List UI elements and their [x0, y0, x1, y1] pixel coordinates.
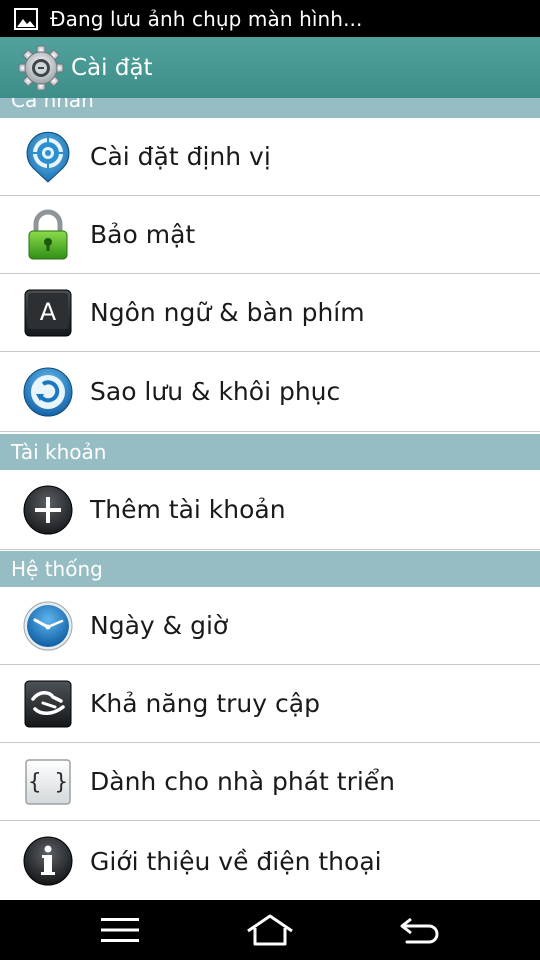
section-header-label: Cá nhân	[11, 98, 94, 112]
section-header-label: Tài khoản	[11, 440, 107, 464]
list-item-label: Dành cho nhà phát triển	[90, 767, 396, 796]
status-bar: Đang lưu ảnh chụp màn hình...	[0, 0, 540, 37]
list-item-location[interactable]: Cài đặt định vị	[0, 118, 540, 196]
navigation-bar	[0, 900, 540, 960]
svg-text:A: A	[40, 298, 57, 326]
keyboard-a-icon: A	[24, 289, 72, 336]
back-button[interactable]	[360, 900, 480, 960]
menu-icon	[101, 918, 139, 942]
action-bar: Cài đặt	[0, 37, 540, 98]
list-item-developer-options[interactable]: { } Dành cho nhà phát triển	[0, 743, 540, 821]
back-icon	[400, 917, 439, 944]
section-header-system: Hệ thống	[0, 551, 540, 587]
list-item-security[interactable]: Bảo mật	[0, 196, 540, 274]
status-notification-text: Đang lưu ảnh chụp màn hình...	[50, 6, 363, 31]
list-item-about-phone[interactable]: Giới thiệu về điện thoại	[0, 821, 540, 900]
list-item-backup-restore[interactable]: Sao lưu & khôi phục	[0, 352, 540, 432]
settings-gear-icon[interactable]	[17, 44, 65, 92]
list-item-accessibility[interactable]: Khả năng truy cập	[0, 665, 540, 743]
location-icon	[26, 131, 70, 183]
list-item-label: Ngôn ngữ & bàn phím	[90, 298, 365, 327]
list-item-label: Sao lưu & khôi phục	[90, 377, 341, 406]
clock-icon	[23, 601, 73, 650]
info-icon	[23, 836, 73, 886]
section-header-label: Hệ thống	[11, 557, 103, 581]
image-notification-icon	[14, 7, 38, 30]
list-item-date-time[interactable]: Ngày & giờ	[0, 587, 540, 665]
list-item-language-keyboard[interactable]: A Ngôn ngữ & bàn phím	[0, 274, 540, 352]
list-item-label: Cài đặt định vị	[90, 142, 271, 171]
list-item-label: Giới thiệu về điện thoại	[90, 846, 382, 876]
lock-icon	[28, 209, 68, 259]
section-header-accounts: Tài khoản	[0, 434, 540, 470]
menu-button[interactable]	[60, 900, 180, 960]
list-item-label: Bảo mật	[90, 220, 196, 249]
developer-braces-icon: { }	[25, 758, 71, 805]
svg-text:{ }: { }	[28, 770, 68, 795]
page-title: Cài đặt	[71, 54, 153, 81]
accessibility-hand-icon	[24, 680, 72, 727]
list-item-label: Ngày & giờ	[90, 611, 229, 640]
add-icon	[23, 485, 73, 534]
list-item-label: Thêm tài khoản	[90, 495, 286, 524]
settings-list[interactable]: Cá nhân Cài đặt định vị Bảo mật A Ngôn n…	[0, 98, 540, 900]
home-button[interactable]	[210, 900, 330, 960]
list-item-add-account[interactable]: Thêm tài khoản	[0, 470, 540, 550]
home-icon	[247, 914, 293, 946]
list-item-label: Khả năng truy cập	[90, 689, 320, 718]
section-header-personal: Cá nhân	[0, 98, 540, 118]
backup-restore-icon	[23, 367, 73, 416]
